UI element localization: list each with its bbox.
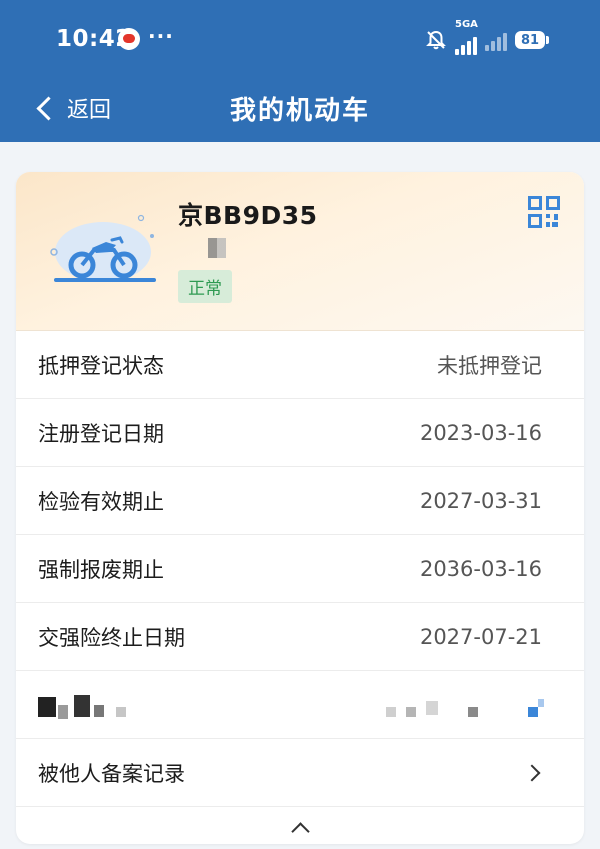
redacted-row	[16, 671, 584, 739]
qr-code-icon[interactable]	[528, 196, 560, 228]
redacted-pixel	[538, 699, 544, 707]
info-row-insurance-end: 交强险终止日期 2027-07-21	[16, 603, 584, 671]
vehicle-summary: 京BB9D35 正常	[16, 172, 584, 331]
chevron-up-icon	[290, 821, 310, 841]
redacted-pixel	[94, 705, 104, 717]
redacted-pixel	[528, 707, 538, 717]
info-row-mortgage-status: 抵押登记状态 未抵押登记	[16, 331, 584, 399]
row-label: 强制报废期止	[38, 557, 164, 582]
row-value: 2036-03-16	[419, 556, 542, 581]
signal-weak-icon	[485, 29, 507, 51]
row-value: 未抵押登记	[437, 353, 542, 378]
row-value: 2027-07-21	[419, 624, 542, 649]
nav-bar: 返回 我的机动车	[0, 80, 600, 142]
plate-number: 京BB9D35	[178, 201, 318, 230]
mascot-icon	[118, 28, 140, 50]
redacted-pixel	[386, 707, 396, 717]
row-label: 检验有效期止	[38, 489, 164, 514]
network-type: 5GA	[455, 19, 478, 30]
status-bar: 10:42 ··· 5GA 81	[0, 0, 600, 80]
more-dots: ···	[148, 24, 174, 48]
redacted-pixel	[58, 705, 68, 719]
redacted-pixel	[116, 707, 126, 717]
redacted-owner	[208, 238, 226, 258]
chevron-right-icon	[523, 764, 541, 781]
signal-icon: 5GA	[455, 19, 478, 55]
row-value: 2023-03-16	[419, 420, 542, 445]
row-label: 抵押登记状态	[38, 353, 164, 378]
app-header: 10:42 ··· 5GA 81 返回 我的机动车	[0, 0, 600, 142]
row-label: 交强险终止日期	[38, 625, 185, 650]
page-title: 我的机动车	[229, 96, 370, 126]
battery-level: 81	[520, 32, 540, 48]
row-label: 注册登记日期	[38, 421, 164, 446]
redacted-pixel	[38, 697, 56, 717]
records-label: 被他人备案记录	[38, 761, 185, 786]
redacted-pixel	[74, 695, 90, 717]
bell-off-icon	[425, 29, 447, 51]
battery-icon: 81	[515, 31, 549, 49]
status-badge: 正常	[178, 270, 232, 303]
status-icons: 5GA 81	[425, 19, 549, 55]
vehicle-card: 京BB9D35 正常 抵押登记状态 未抵押登记 注册登记日期 2023-03-1…	[16, 172, 584, 844]
motorcycle-icon	[48, 212, 158, 288]
collapse-button[interactable]	[16, 807, 584, 844]
redacted-pixel	[406, 707, 416, 717]
records-link[interactable]: 被他人备案记录	[16, 739, 584, 807]
info-row-scrap-deadline: 强制报废期止 2036-03-16	[16, 535, 584, 603]
redacted-pixel	[468, 707, 478, 717]
info-row-registration-date: 注册登记日期 2023-03-16	[16, 399, 584, 467]
redacted-pixel	[426, 701, 438, 715]
row-value: 2027-03-31	[419, 488, 542, 513]
info-row-inspection-expiry: 检验有效期止 2027-03-31	[16, 467, 584, 535]
